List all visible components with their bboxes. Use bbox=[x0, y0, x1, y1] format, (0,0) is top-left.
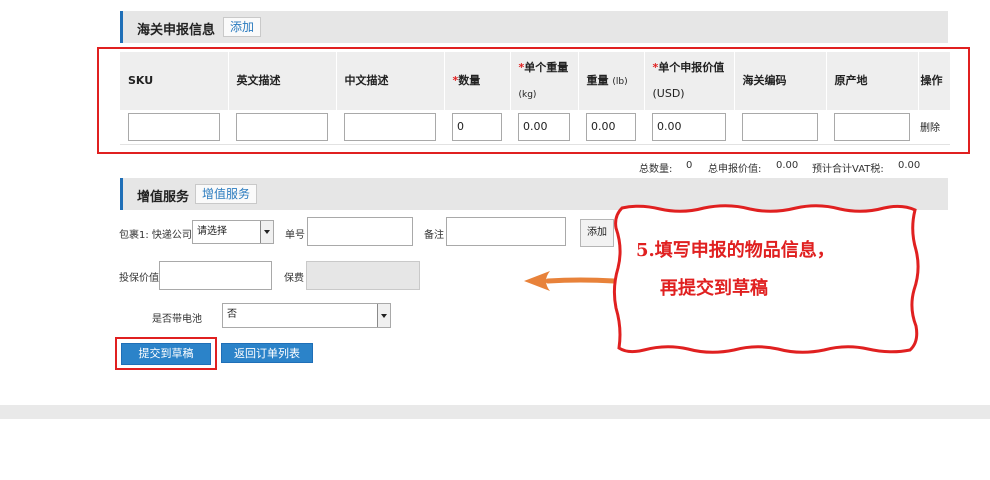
courier-select-value: 请选择 bbox=[197, 226, 227, 237]
callout-line-2: 再提交到草稿 bbox=[660, 278, 768, 299]
hs-code-input[interactable] bbox=[742, 112, 818, 141]
customs-section-title: 海关申报信息 bbox=[137, 23, 216, 38]
col-actions: 操作 bbox=[918, 52, 951, 110]
en-desc-input[interactable] bbox=[236, 112, 328, 141]
battery-select[interactable]: 否 bbox=[222, 303, 391, 328]
package-label: 包裹1: 快递公司 bbox=[119, 230, 192, 241]
total-quantity-value: 0 bbox=[686, 160, 693, 171]
cn-desc-input[interactable] bbox=[344, 112, 436, 141]
back-to-list-button[interactable]: 返回订单列表 bbox=[221, 343, 313, 363]
tracking-label: 单号 bbox=[285, 230, 305, 241]
add-package-button[interactable]: 添加 bbox=[580, 219, 614, 247]
total-quantity-label: 总数量: bbox=[639, 164, 673, 175]
insured-value-input[interactable] bbox=[159, 261, 272, 290]
customs-section-header: 海关申报信息 添加 bbox=[120, 11, 948, 43]
vat-value: 0.00 bbox=[898, 160, 921, 171]
insured-value-label: 投保价值 bbox=[119, 273, 159, 284]
premium-label: 保费 bbox=[284, 273, 304, 284]
col-quantity: *数量 bbox=[444, 52, 511, 110]
col-weight-lb: 重量 (lb) bbox=[578, 52, 645, 110]
col-unit-value: *单个申报价值 (USD) bbox=[644, 52, 735, 110]
value-added-section-title: 增值服务 bbox=[137, 190, 190, 205]
callout-line-1: 5.填写申报的物品信息， bbox=[636, 240, 835, 261]
battery-select-value: 否 bbox=[227, 309, 237, 320]
delete-row-link[interactable]: 删除 bbox=[920, 123, 940, 134]
courier-select[interactable]: 请选择 bbox=[192, 220, 274, 244]
battery-label: 是否带电池 bbox=[152, 314, 202, 325]
quantity-input[interactable] bbox=[452, 112, 502, 141]
origin-input[interactable] bbox=[834, 112, 910, 141]
submit-draft-button[interactable]: 提交到草稿 bbox=[121, 343, 211, 365]
value-added-link[interactable]: 增值服务 bbox=[195, 184, 258, 204]
chevron-down-icon bbox=[260, 221, 273, 243]
total-value-value: 0.00 bbox=[776, 160, 799, 171]
vat-label: 预计合计VAT税: bbox=[812, 164, 884, 175]
footer-band bbox=[0, 405, 990, 419]
tracking-input[interactable] bbox=[307, 217, 413, 246]
col-unit-weight: *单个重量 (kg) bbox=[510, 52, 579, 110]
customs-table-header: SKU 英文描述 中文描述 *数量 *单个重量 (kg) 重量 (lb) *单个申… bbox=[120, 52, 951, 110]
customs-add-link[interactable]: 添加 bbox=[223, 17, 262, 37]
unit-value-input[interactable] bbox=[652, 112, 726, 141]
customs-table: SKU 英文描述 中文描述 *数量 *单个重量 (kg) 重量 (lb) *单个申… bbox=[120, 52, 951, 145]
col-cn-desc: 中文描述 bbox=[336, 52, 445, 110]
sku-input[interactable] bbox=[128, 112, 220, 141]
premium-input bbox=[306, 261, 420, 290]
remark-label: 备注 bbox=[424, 230, 444, 241]
chevron-down-icon bbox=[377, 304, 390, 327]
weight-lb-input[interactable] bbox=[586, 112, 636, 141]
total-value-label: 总申报价值: bbox=[708, 164, 762, 175]
arrow-left-icon bbox=[524, 271, 616, 291]
col-en-desc: 英文描述 bbox=[228, 52, 337, 110]
callout-text: 5.填写申报的物品信息， 再提交到草稿 bbox=[636, 232, 916, 308]
table-row: 删除 bbox=[120, 110, 950, 145]
remark-input[interactable] bbox=[446, 217, 566, 246]
col-sku: SKU bbox=[120, 52, 229, 110]
unit-weight-input[interactable] bbox=[518, 112, 570, 141]
col-hs-code: 海关编码 bbox=[734, 52, 827, 110]
col-origin: 原产地 bbox=[826, 52, 919, 110]
